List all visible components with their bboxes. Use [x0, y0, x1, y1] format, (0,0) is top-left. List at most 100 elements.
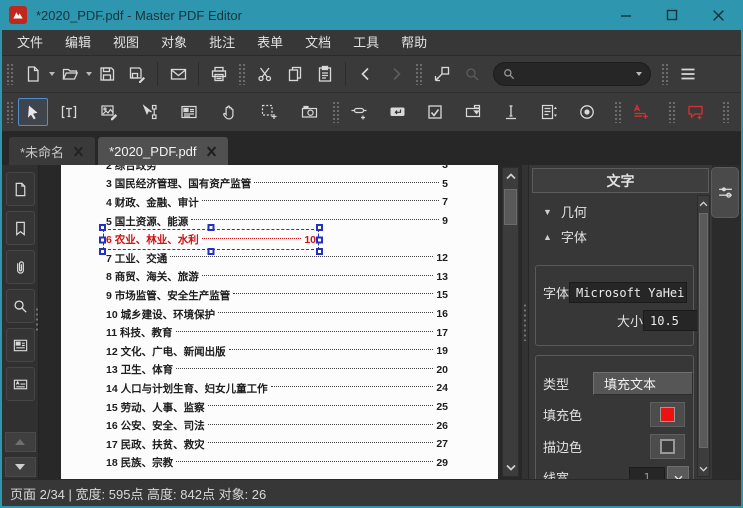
signature-button[interactable] — [5, 367, 35, 401]
select-tool-button[interactable] — [18, 98, 48, 126]
search-input[interactable] — [516, 66, 635, 82]
new-document-button[interactable] — [18, 60, 48, 88]
toc-line[interactable]: 12 文化、广电、新闻出版 19 — [106, 342, 448, 361]
callout-tool-button[interactable] — [680, 98, 710, 126]
menu-file[interactable]: 文件 — [6, 30, 54, 55]
toc-text-object[interactable]: 3 国民经济管理、国有资产监管 5 — [106, 176, 448, 191]
menu-view[interactable]: 视图 — [102, 30, 150, 55]
sidebar-search-button[interactable] — [5, 289, 35, 323]
selection-handle[interactable] — [207, 224, 215, 232]
close-button[interactable] — [695, 0, 741, 30]
toolbar-grip[interactable] — [238, 63, 246, 85]
line-width-spinner[interactable] — [667, 466, 689, 479]
scrollbar-thumb[interactable] — [504, 189, 517, 225]
form-fields-button[interactable] — [5, 328, 35, 362]
hand-tool-button[interactable] — [214, 98, 244, 126]
checkbox-tool-button[interactable] — [420, 98, 450, 126]
selection-handle[interactable] — [316, 236, 323, 244]
toc-line[interactable]: 2 综合政务 3 — [106, 165, 448, 175]
selection-handle[interactable] — [316, 248, 323, 256]
line-width-input[interactable]: 1 — [629, 467, 665, 479]
fill-color-button[interactable] — [650, 402, 685, 427]
combobox-tool-button[interactable] — [458, 98, 488, 126]
scroll-down-arrow[interactable] — [503, 460, 518, 475]
panel-scroll-down-arrow[interactable] — [698, 461, 709, 476]
menu-form[interactable]: 表单 — [246, 30, 294, 55]
text-annotation-tool-button[interactable] — [626, 98, 656, 126]
select-region-tool-button[interactable] — [254, 98, 284, 126]
selection-handle[interactable] — [99, 248, 106, 256]
menu-document[interactable]: 文档 — [294, 30, 342, 55]
listbox-tool-button[interactable] — [534, 98, 564, 126]
menu-object[interactable]: 对象 — [150, 30, 198, 55]
toc-text-object[interactable]: 5 国土资源、能源 9 — [106, 214, 448, 229]
toc-text-object[interactable]: 9 市场监管、安全生产监管 15 — [106, 288, 448, 303]
toc-text-object[interactable]: 16 公安、安全、司法 26 — [106, 418, 448, 433]
open-file-button[interactable] — [55, 60, 85, 88]
toc-text-object[interactable]: 15 劳动、人事、监察 25 — [106, 400, 448, 415]
menu-edit[interactable]: 编辑 — [54, 30, 102, 55]
toc-line[interactable]: 7 工业、交通 12 — [106, 249, 448, 268]
toolbar-grip[interactable] — [332, 101, 340, 123]
toc-line[interactable]: 16 公安、安全、司法 26 — [106, 416, 448, 435]
bookmarks-button[interactable] — [5, 211, 35, 245]
toolbar-grip[interactable] — [722, 101, 730, 123]
toolbar-grip[interactable] — [6, 63, 14, 85]
document-scrollbar[interactable] — [502, 167, 519, 477]
panel-scrollbar-thumb[interactable] — [699, 213, 708, 448]
toc-line[interactable]: 4 财政、金融、审计 7 — [106, 193, 448, 212]
toc-line[interactable]: 14 人口与计划生育、妇女儿童工作 24 — [106, 379, 448, 398]
copy-button[interactable] — [280, 60, 310, 88]
type-dropdown[interactable]: 填充文本 — [593, 372, 693, 395]
email-button[interactable] — [163, 60, 193, 88]
search-dropdown-caret[interactable] — [636, 72, 642, 76]
scroll-up-arrow[interactable] — [503, 169, 518, 184]
toc-line[interactable]: 17 民政、扶贫、救灾 27 — [106, 435, 448, 454]
print-button[interactable] — [204, 60, 234, 88]
fit-page-button[interactable] — [427, 60, 457, 88]
font-name-input[interactable]: Microsoft YaHei — [569, 282, 688, 303]
menu-tools[interactable]: 工具 — [342, 30, 390, 55]
toolbar-grip[interactable] — [415, 63, 423, 85]
main-menu-button[interactable] — [673, 60, 703, 88]
toc-line[interactable]: 8 商贸、海关、旅游 13 — [106, 268, 448, 287]
page-thumbnails-button[interactable] — [5, 172, 35, 206]
menu-help[interactable]: 帮助 — [390, 30, 438, 55]
toc-line[interactable]: 11 科技、教育 17 — [106, 323, 448, 342]
tab-close-icon[interactable] — [73, 145, 84, 157]
section-geometry[interactable]: ▼ 几何 — [534, 199, 695, 224]
sidebar-scroll-up-button[interactable] — [4, 432, 36, 452]
toc-text-object[interactable]: 10 城乡建设、环境保护 16 — [106, 307, 448, 322]
minimize-button[interactable] — [603, 0, 649, 30]
toolbar-grip[interactable] — [668, 101, 676, 123]
toc-text-object[interactable]: 6 农业、林业、水利 10 — [99, 224, 323, 256]
stroke-color-button[interactable] — [650, 434, 685, 459]
sidebar-scroll-down-button[interactable] — [4, 457, 36, 477]
back-button[interactable] — [351, 60, 381, 88]
eraser-tool-button[interactable] — [734, 98, 741, 126]
push-button-tool-button[interactable] — [382, 98, 412, 126]
toc-line[interactable]: 18 民族、宗教 29 — [106, 454, 448, 473]
toc-line-selected[interactable]: 6 农业、林业、水利 10 — [99, 224, 448, 256]
attachments-button[interactable] — [5, 250, 35, 284]
paste-button[interactable] — [310, 60, 340, 88]
cut-button[interactable] — [250, 60, 280, 88]
section-font[interactable]: ▲ 字体 — [534, 224, 695, 249]
snapshot-tool-button[interactable] — [294, 98, 324, 126]
maximize-button[interactable] — [649, 0, 695, 30]
properties-panel-toggle[interactable] — [711, 167, 739, 218]
save-button[interactable] — [92, 60, 122, 88]
toc-text-object[interactable]: 12 文化、广电、新闻出版 19 — [106, 344, 448, 359]
toc-text-object[interactable]: 8 商贸、海关、旅游 13 — [106, 269, 448, 284]
toc-line[interactable]: 15 劳动、人事、监察 25 — [106, 398, 448, 417]
link-tool-button[interactable] — [344, 98, 374, 126]
panel-scroll-up-arrow[interactable] — [698, 196, 709, 211]
toc-text-object[interactable]: 2 综合政务 3 — [106, 165, 448, 173]
toc-line[interactable]: 9 市场监管、安全生产监管 15 — [106, 286, 448, 305]
text-field-tool-button[interactable] — [496, 98, 526, 126]
selection-handle[interactable] — [99, 236, 106, 244]
toc-line[interactable]: 10 城乡建设、环境保护 16 — [106, 305, 448, 324]
save-as-button[interactable] — [122, 60, 152, 88]
tab-close-icon[interactable] — [206, 145, 217, 157]
menu-annotation[interactable]: 批注 — [198, 30, 246, 55]
